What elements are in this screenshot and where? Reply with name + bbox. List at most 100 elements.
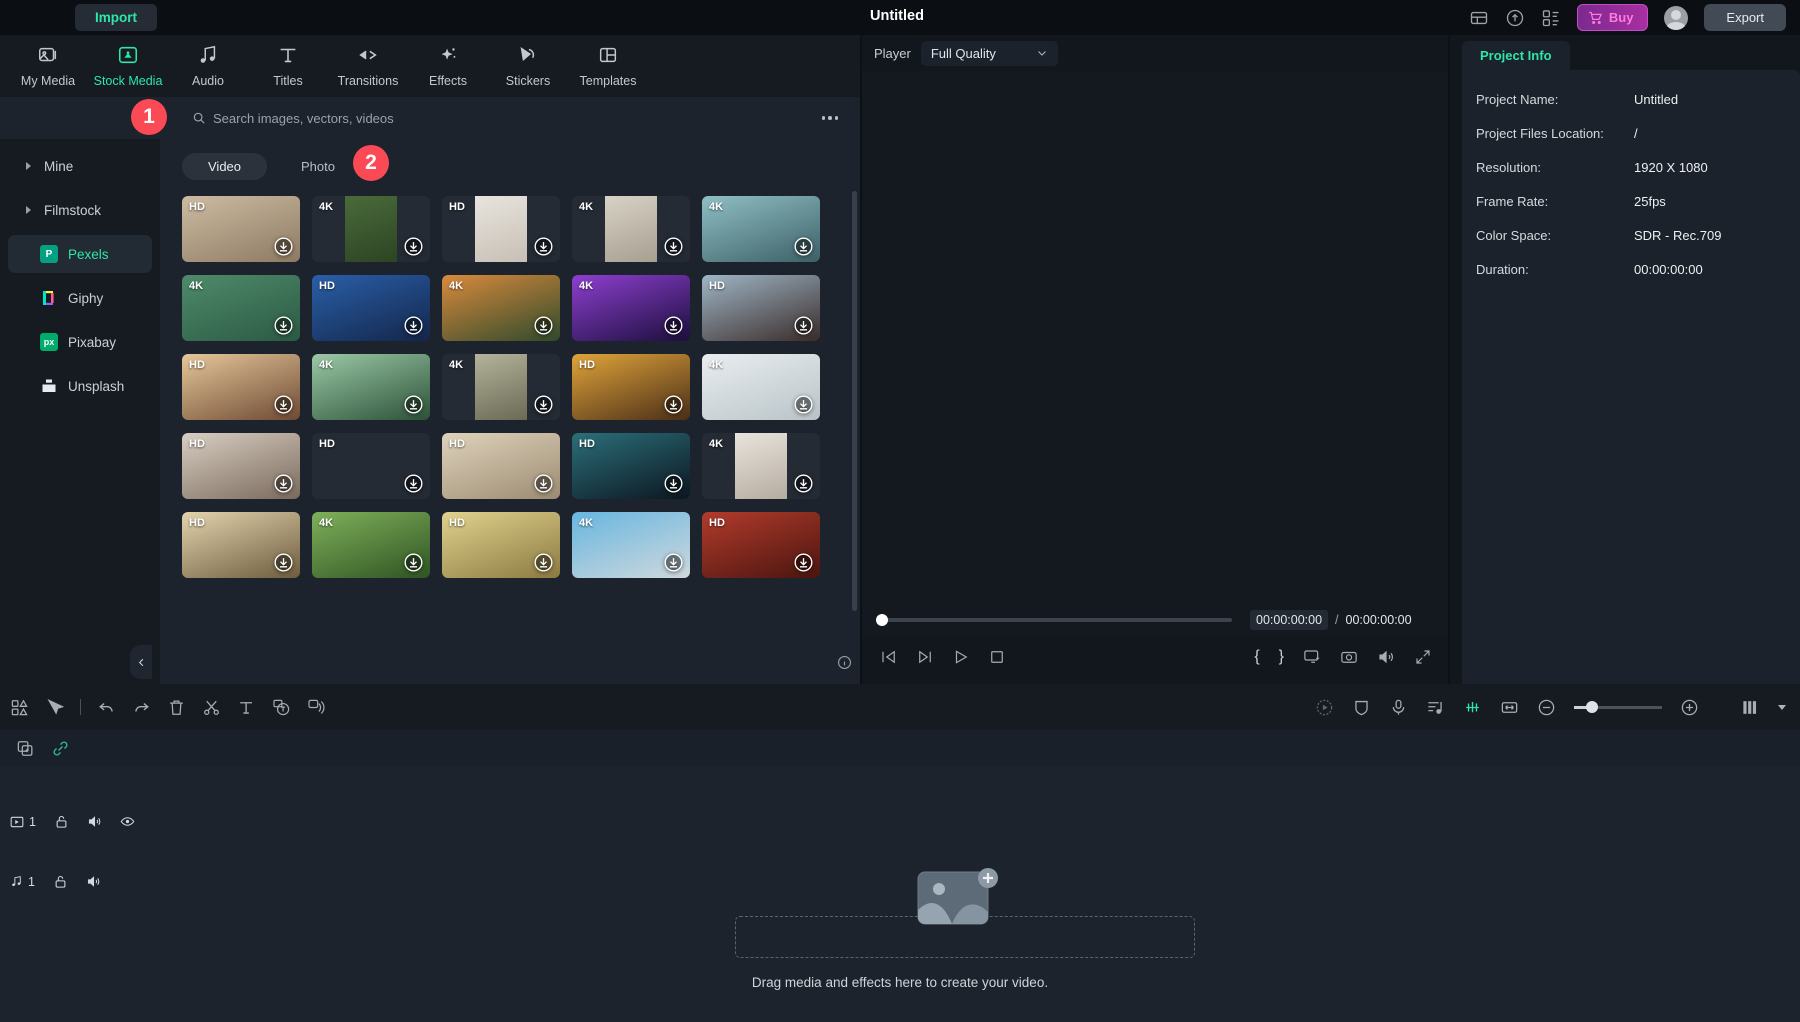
download-icon[interactable]: [794, 316, 813, 335]
zoom-slider[interactable]: [1574, 706, 1662, 709]
crop-icon[interactable]: [272, 698, 291, 717]
eye-icon[interactable]: [120, 814, 135, 829]
info-icon[interactable]: [837, 655, 852, 670]
gallery-item[interactable]: HD: [572, 433, 690, 499]
mark-in-icon[interactable]: {: [1254, 649, 1259, 665]
layout-icon[interactable]: [1469, 8, 1489, 28]
download-icon[interactable]: [664, 316, 683, 335]
download-icon[interactable]: [534, 474, 553, 493]
gallery-item[interactable]: HD: [442, 512, 560, 578]
gallery-item[interactable]: 4K: [182, 275, 300, 341]
download-icon[interactable]: [794, 474, 813, 493]
unlock-icon[interactable]: [54, 814, 69, 829]
gallery-item[interactable]: 4K: [312, 196, 430, 262]
gallery-item[interactable]: HD: [182, 433, 300, 499]
quality-dropdown[interactable]: Full Quality: [921, 41, 1058, 66]
search-input[interactable]: [213, 111, 693, 126]
download-icon[interactable]: [534, 237, 553, 256]
playhead-knob[interactable]: [876, 614, 888, 626]
gallery-item[interactable]: 4K: [572, 512, 690, 578]
snapshot-icon[interactable]: [1340, 648, 1358, 666]
download-icon[interactable]: [404, 395, 423, 414]
gallery-item[interactable]: 4K: [702, 433, 820, 499]
sidebar-item-pexels[interactable]: P Pexels: [8, 235, 152, 273]
volume-icon[interactable]: [1377, 648, 1395, 666]
gallery-scrollbar[interactable]: [852, 191, 857, 611]
delete-icon[interactable]: [167, 698, 186, 717]
grid-apps-icon[interactable]: [1541, 8, 1561, 28]
gallery-item[interactable]: HD: [312, 275, 430, 341]
tab-photo[interactable]: Photo: [275, 153, 361, 180]
download-icon[interactable]: [664, 237, 683, 256]
gallery-item[interactable]: HD: [182, 354, 300, 420]
gallery-item[interactable]: 4K: [442, 275, 560, 341]
gallery-item[interactable]: 4K: [312, 354, 430, 420]
track-view-icon[interactable]: [1741, 698, 1760, 717]
import-button[interactable]: Import: [75, 4, 157, 31]
stop-icon[interactable]: [988, 648, 1006, 666]
sidebar-item-filmstock[interactable]: Filmstock: [8, 191, 152, 229]
download-icon[interactable]: [274, 553, 293, 572]
mute-icon[interactable]: [86, 874, 101, 889]
split-icon[interactable]: [202, 698, 221, 717]
gallery-item[interactable]: HD: [702, 275, 820, 341]
gallery-item[interactable]: HD: [572, 354, 690, 420]
play-icon[interactable]: [952, 648, 970, 666]
gallery-item[interactable]: 4K: [312, 512, 430, 578]
sidebar-item-giphy[interactable]: Giphy: [8, 279, 152, 317]
mute-icon[interactable]: [87, 814, 102, 829]
tab-titles[interactable]: Titles: [248, 44, 328, 88]
tab-stickers[interactable]: Stickers: [488, 44, 568, 88]
tab-audio[interactable]: Audio: [168, 44, 248, 88]
seek-bar[interactable]: [882, 618, 1232, 622]
export-button[interactable]: Export: [1704, 4, 1786, 31]
tab-stock-media[interactable]: Stock Media: [88, 44, 168, 88]
tab-templates[interactable]: Templates: [568, 44, 648, 88]
download-icon[interactable]: [274, 474, 293, 493]
gallery-item[interactable]: 4K: [442, 354, 560, 420]
tab-video[interactable]: Video: [182, 153, 267, 180]
download-icon[interactable]: [664, 395, 683, 414]
unlock-icon[interactable]: [53, 874, 68, 889]
gallery-item[interactable]: 4K: [572, 275, 690, 341]
gallery-item[interactable]: HD: [182, 196, 300, 262]
fit-timeline-icon[interactable]: [1500, 698, 1519, 717]
tab-my-media[interactable]: My Media: [8, 44, 88, 88]
text-tool-icon[interactable]: [237, 698, 256, 717]
redo-icon[interactable]: [132, 698, 151, 717]
download-icon[interactable]: [404, 474, 423, 493]
keyframe-icon[interactable]: [1463, 698, 1482, 717]
gallery-item[interactable]: HD: [442, 196, 560, 262]
download-icon[interactable]: [274, 395, 293, 414]
gallery-item[interactable]: 4K: [702, 196, 820, 262]
mark-out-icon[interactable]: }: [1279, 649, 1284, 665]
tab-transitions[interactable]: Transitions: [328, 44, 408, 88]
gallery-item[interactable]: HD: [182, 512, 300, 578]
gallery-item[interactable]: HD: [312, 433, 430, 499]
download-icon[interactable]: [404, 237, 423, 256]
marker-icon[interactable]: [307, 698, 326, 717]
buy-button[interactable]: Buy: [1577, 4, 1649, 31]
download-icon[interactable]: [794, 237, 813, 256]
preview-canvas[interactable]: [862, 71, 1448, 636]
tab-effects[interactable]: Effects: [408, 44, 488, 88]
download-icon[interactable]: [794, 553, 813, 572]
download-icon[interactable]: [794, 395, 813, 414]
zoom-slider-knob[interactable]: [1586, 701, 1598, 713]
zoom-in-icon[interactable]: [1680, 698, 1699, 717]
download-icon[interactable]: [274, 316, 293, 335]
tab-project-info[interactable]: Project Info: [1462, 41, 1570, 70]
more-options-icon[interactable]: [822, 116, 839, 120]
gallery-item[interactable]: 4K: [702, 354, 820, 420]
apps-grid-icon[interactable]: [10, 698, 29, 717]
prev-frame-icon[interactable]: [880, 648, 898, 666]
chevron-down-icon[interactable]: [1778, 705, 1786, 710]
zoom-out-icon[interactable]: [1537, 698, 1556, 717]
avatar[interactable]: [1664, 6, 1688, 30]
undo-icon[interactable]: [97, 698, 116, 717]
download-icon[interactable]: [534, 553, 553, 572]
next-frame-icon[interactable]: [916, 648, 934, 666]
voiceover-icon[interactable]: [1389, 698, 1408, 717]
sidebar-item-pixabay[interactable]: px Pixabay: [8, 323, 152, 361]
link-icon[interactable]: [35, 739, 70, 758]
